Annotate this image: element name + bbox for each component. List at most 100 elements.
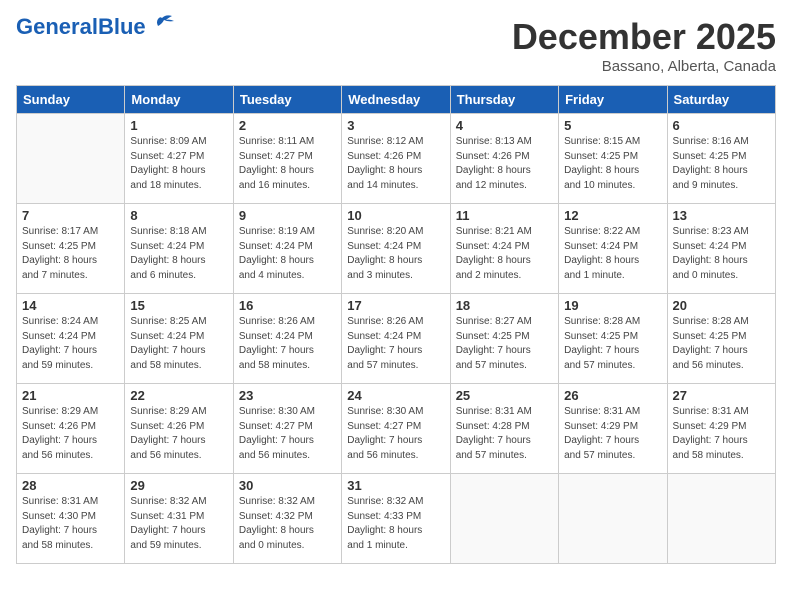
calendar-cell: 20 Sunrise: 8:28 AMSunset: 4:25 PMDayligh… [667,294,775,384]
calendar-cell: 11 Sunrise: 8:21 AMSunset: 4:24 PMDayligh… [450,204,558,294]
day-number: 5 [564,118,661,133]
calendar-cell: 16Sunrise: 8:26 AMSunset: 4:24 PMDayligh… [233,294,341,384]
day-number: 2 [239,118,336,133]
day-number: 31 [347,478,444,493]
cell-content: Sunrise: 8:30 AMSunset: 4:27 PMDaylight:… [239,405,336,463]
cell-content: Sunrise: 8:27 AMSunset: 4:25 PMDaylight:… [456,315,553,373]
calendar-cell: 27Sunrise: 8:31 AMSunset: 4:29 PMDayligh… [667,384,775,474]
calendar-cell [559,474,667,564]
day-header-monday: Monday [125,86,233,114]
cell-content: Sunrise: 8:16 AMSunset: 4:25 PMDaylight:… [673,135,770,193]
calendar-cell: 9 Sunrise: 8:19 AMSunset: 4:24 PMDaylight… [233,204,341,294]
calendar-week-row: 14Sunrise: 8:24 AMSunset: 4:24 PMDayligh… [17,294,776,384]
cell-content: Sunrise: 8:28 AMSunset: 4:25 PMDaylight:… [673,315,770,373]
calendar-cell: 5 Sunrise: 8:15 AMSunset: 4:25 PMDaylight… [559,114,667,204]
cell-content: Sunrise: 8:26 AMSunset: 4:24 PMDaylight:… [347,315,444,373]
calendar-cell: 6 Sunrise: 8:16 AMSunset: 4:25 PMDaylight… [667,114,775,204]
calendar-cell: 23 Sunrise: 8:30 AMSunset: 4:27 PMDayligh… [233,384,341,474]
cell-content: Sunrise: 8:29 AMSunset: 4:26 PMDaylight:… [130,405,227,463]
logo-blue: Blue [98,14,146,39]
calendar-cell: 28Sunrise: 8:31 AMSunset: 4:30 PMDayligh… [17,474,125,564]
cell-content: Sunrise: 8:19 AMSunset: 4:24 PMDaylight:… [239,225,336,283]
calendar-cell: 29 Sunrise: 8:32 AMSunset: 4:31 PMDayligh… [125,474,233,564]
cell-content: Sunrise: 8:24 AMSunset: 4:24 PMDaylight:… [22,315,119,373]
day-number: 11 [456,208,553,223]
day-number: 20 [673,298,770,313]
day-number: 10 [347,208,444,223]
day-number: 3 [347,118,444,133]
cell-content: Sunrise: 8:32 AMSunset: 4:33 PMDaylight:… [347,495,444,553]
title-block: December 2025 Bassano, Alberta, Canada [512,16,776,75]
day-number: 8 [130,208,227,223]
day-number: 23 [239,388,336,403]
calendar-cell: 7Sunrise: 8:17 AMSunset: 4:25 PMDaylight… [17,204,125,294]
cell-content: Sunrise: 8:09 AMSunset: 4:27 PMDaylight:… [130,135,227,193]
day-number: 25 [456,388,553,403]
day-number: 6 [673,118,770,133]
month-title: December 2025 [512,16,776,58]
cell-content: Sunrise: 8:28 AMSunset: 4:25 PMDaylight:… [564,315,661,373]
location: Bassano, Alberta, Canada [512,58,776,75]
cell-content: Sunrise: 8:15 AMSunset: 4:25 PMDaylight:… [564,135,661,193]
day-number: 26 [564,388,661,403]
calendar-header-row: SundayMondayTuesdayWednesdayThursdayFrid… [17,86,776,114]
calendar-cell: 24 Sunrise: 8:30 AMSunset: 4:27 PMDayligh… [342,384,450,474]
cell-content: Sunrise: 8:31 AMSunset: 4:29 PMDaylight:… [564,405,661,463]
calendar-cell: 25 Sunrise: 8:31 AMSunset: 4:28 PMDayligh… [450,384,558,474]
day-header-wednesday: Wednesday [342,86,450,114]
logo-general: General [16,14,98,39]
calendar-cell: 18 Sunrise: 8:27 AMSunset: 4:25 PMDayligh… [450,294,558,384]
cell-content: Sunrise: 8:22 AMSunset: 4:24 PMDaylight:… [564,225,661,283]
logo-bird-icon [148,14,176,32]
cell-content: Sunrise: 8:20 AMSunset: 4:24 PMDaylight:… [347,225,444,283]
calendar-table: SundayMondayTuesdayWednesdayThursdayFrid… [16,85,776,564]
day-number: 4 [456,118,553,133]
day-number: 29 [130,478,227,493]
page-header: GeneralBlue December 2025 Bassano, Alber… [16,16,776,75]
calendar-cell: 22 Sunrise: 8:29 AMSunset: 4:26 PMDayligh… [125,384,233,474]
day-number: 30 [239,478,336,493]
cell-content: Sunrise: 8:29 AMSunset: 4:26 PMDaylight:… [22,405,119,463]
cell-content: Sunrise: 8:31 AMSunset: 4:29 PMDaylight:… [673,405,770,463]
calendar-week-row: 1Sunrise: 8:09 AMSunset: 4:27 PMDaylight… [17,114,776,204]
day-number: 9 [239,208,336,223]
calendar-cell: 2 Sunrise: 8:11 AMSunset: 4:27 PMDaylight… [233,114,341,204]
calendar-cell: 15Sunrise: 8:25 AMSunset: 4:24 PMDayligh… [125,294,233,384]
cell-content: Sunrise: 8:23 AMSunset: 4:24 PMDaylight:… [673,225,770,283]
cell-content: Sunrise: 8:13 AMSunset: 4:26 PMDaylight:… [456,135,553,193]
day-number: 19 [564,298,661,313]
day-number: 12 [564,208,661,223]
calendar-cell [17,114,125,204]
day-header-tuesday: Tuesday [233,86,341,114]
logo-text: GeneralBlue [16,16,146,38]
day-number: 24 [347,388,444,403]
calendar-cell [667,474,775,564]
day-number: 22 [130,388,227,403]
day-header-saturday: Saturday [667,86,775,114]
calendar-cell [450,474,558,564]
cell-content: Sunrise: 8:11 AMSunset: 4:27 PMDaylight:… [239,135,336,193]
calendar-cell: 17 Sunrise: 8:26 AMSunset: 4:24 PMDayligh… [342,294,450,384]
cell-content: Sunrise: 8:31 AMSunset: 4:28 PMDaylight:… [456,405,553,463]
calendar-cell: 3 Sunrise: 8:12 AMSunset: 4:26 PMDaylight… [342,114,450,204]
day-number: 17 [347,298,444,313]
calendar-week-row: 28Sunrise: 8:31 AMSunset: 4:30 PMDayligh… [17,474,776,564]
cell-content: Sunrise: 8:18 AMSunset: 4:24 PMDaylight:… [130,225,227,283]
calendar-week-row: 7Sunrise: 8:17 AMSunset: 4:25 PMDaylight… [17,204,776,294]
cell-content: Sunrise: 8:32 AMSunset: 4:31 PMDaylight:… [130,495,227,553]
cell-content: Sunrise: 8:31 AMSunset: 4:30 PMDaylight:… [22,495,119,553]
calendar-cell: 14Sunrise: 8:24 AMSunset: 4:24 PMDayligh… [17,294,125,384]
cell-content: Sunrise: 8:30 AMSunset: 4:27 PMDaylight:… [347,405,444,463]
calendar-week-row: 21Sunrise: 8:29 AMSunset: 4:26 PMDayligh… [17,384,776,474]
calendar-cell: 1Sunrise: 8:09 AMSunset: 4:27 PMDaylight… [125,114,233,204]
calendar-cell: 26 Sunrise: 8:31 AMSunset: 4:29 PMDayligh… [559,384,667,474]
calendar-cell: 31 Sunrise: 8:32 AMSunset: 4:33 PMDayligh… [342,474,450,564]
day-number: 18 [456,298,553,313]
cell-content: Sunrise: 8:32 AMSunset: 4:32 PMDaylight:… [239,495,336,553]
cell-content: Sunrise: 8:25 AMSunset: 4:24 PMDaylight:… [130,315,227,373]
cell-content: Sunrise: 8:12 AMSunset: 4:26 PMDaylight:… [347,135,444,193]
logo: GeneralBlue [16,16,176,38]
day-header-thursday: Thursday [450,86,558,114]
cell-content: Sunrise: 8:17 AMSunset: 4:25 PMDaylight:… [22,225,119,283]
cell-content: Sunrise: 8:21 AMSunset: 4:24 PMDaylight:… [456,225,553,283]
